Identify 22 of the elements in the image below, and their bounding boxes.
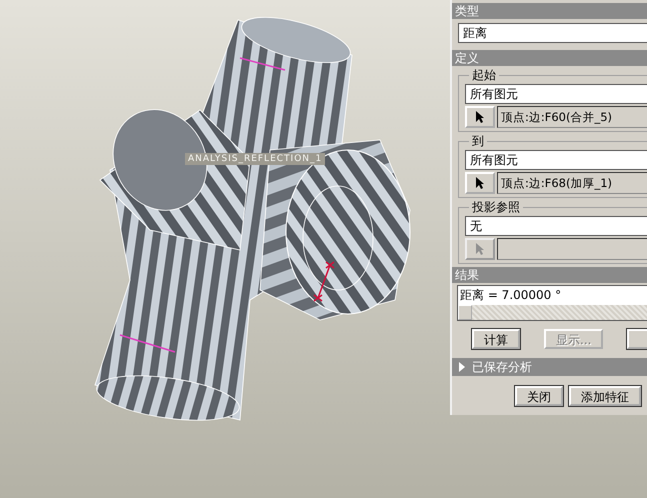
footer-button[interactable]: 添加特征: [569, 386, 641, 406]
footer-button[interactable]: 关闭: [515, 386, 563, 406]
action-button[interactable]: 计算: [472, 329, 520, 349]
filter-field[interactable]: 所有图元: [465, 150, 647, 170]
type-field[interactable]: 距离: [458, 23, 647, 43]
cursor-icon: [475, 242, 485, 256]
cursor-icon: [475, 110, 485, 124]
selection-field[interactable]: 顶点:边:F60(合并_5): [497, 106, 647, 128]
horizontal-scrollbar[interactable]: [458, 305, 647, 320]
section-header: 结果: [452, 267, 647, 283]
section-header: 类型: [452, 3, 647, 19]
section-header: 定义: [452, 50, 647, 66]
group-title: 起始: [469, 68, 499, 82]
selection-field[interactable]: 顶点:边:F68(加厚_1): [497, 172, 647, 194]
filter-field[interactable]: 所有图元: [465, 84, 647, 104]
result-text: 距离 = 7.00000 °: [459, 287, 562, 304]
analysis-label: ANALYSIS_REFLECTION_1: [185, 153, 326, 165]
group-title: 投影参照: [469, 200, 523, 214]
selection-field[interactable]: [497, 238, 647, 260]
cursor-icon: [475, 176, 485, 190]
group-title: 到: [469, 134, 487, 148]
triangle-icon: [458, 362, 466, 372]
